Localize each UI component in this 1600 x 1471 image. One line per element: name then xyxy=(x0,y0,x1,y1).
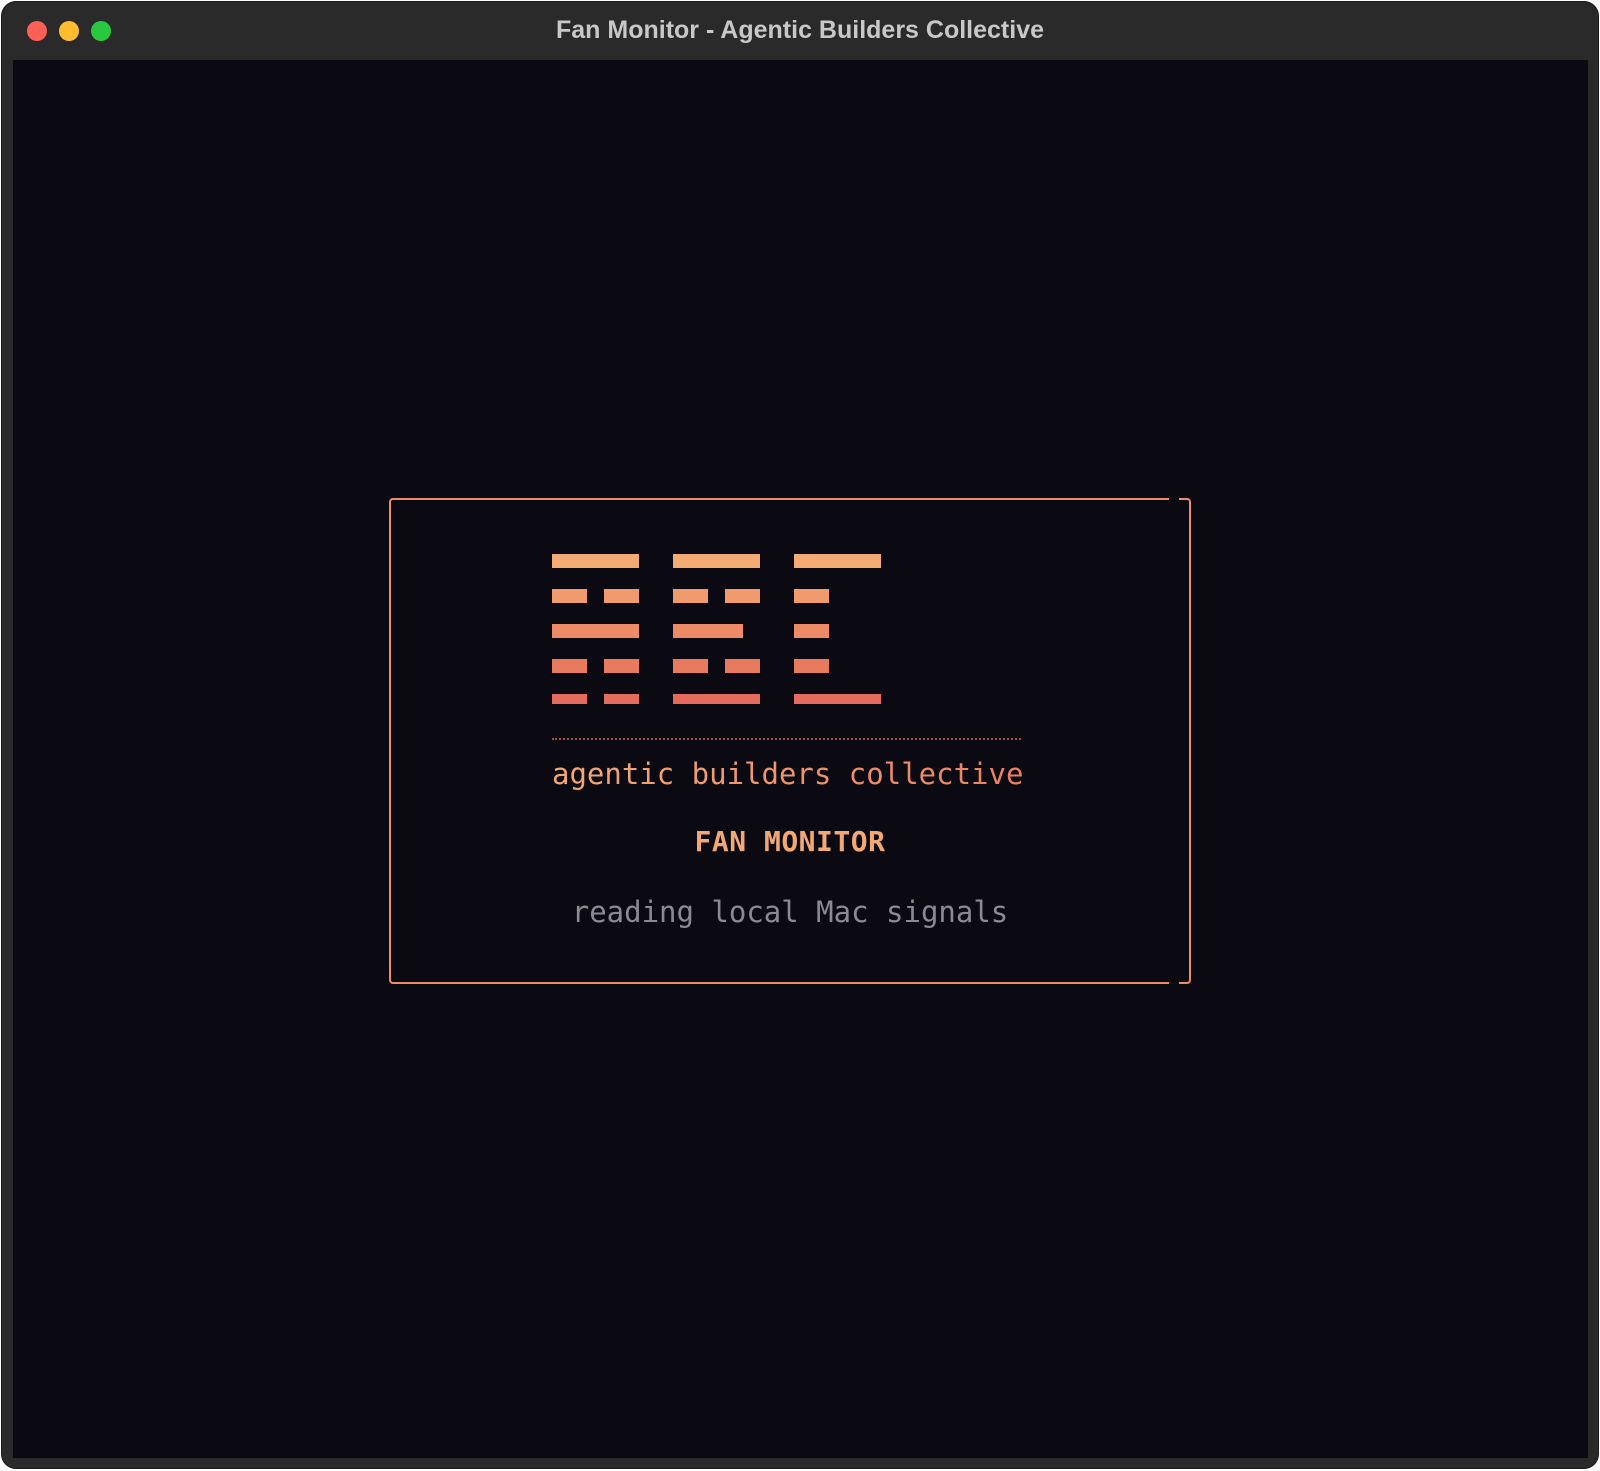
logo-block xyxy=(604,694,639,704)
logo-block xyxy=(604,589,639,603)
divider xyxy=(552,738,1021,740)
logo-block xyxy=(673,694,760,704)
logo-block xyxy=(794,624,829,638)
logo-block xyxy=(673,589,708,603)
card-border-gap-bottom xyxy=(1169,980,1179,986)
logo-block xyxy=(673,659,708,673)
splash-card: agentic builders collective FAN MONITOR … xyxy=(389,496,1191,986)
abc-logo-icon xyxy=(552,554,881,704)
logo-block xyxy=(552,694,587,704)
logo-block xyxy=(604,659,639,673)
logo-block xyxy=(794,694,881,704)
logo-block xyxy=(552,554,639,568)
logo-block xyxy=(673,554,760,568)
logo-block xyxy=(725,589,760,603)
logo-block xyxy=(794,554,881,568)
logo-block xyxy=(673,624,743,638)
logo-block xyxy=(794,659,829,673)
app-window: Fan Monitor - Agentic Builders Collectiv… xyxy=(2,2,1598,1468)
title-bar: Fan Monitor - Agentic Builders Collectiv… xyxy=(2,2,1598,60)
window-title: Fan Monitor - Agentic Builders Collectiv… xyxy=(555,16,1044,44)
logo-block xyxy=(725,659,760,673)
product-title: FAN MONITOR xyxy=(694,825,886,858)
logo-block xyxy=(552,624,639,638)
card-border-gap-top xyxy=(1169,496,1179,502)
status-text: reading local Mac signals xyxy=(571,895,1009,929)
content-area: agentic builders collective FAN MONITOR … xyxy=(13,60,1588,1458)
logo-block xyxy=(552,659,587,673)
brand-name: agentic builders collective xyxy=(552,757,1024,791)
logo-block xyxy=(794,589,829,603)
logo-block xyxy=(552,589,587,603)
